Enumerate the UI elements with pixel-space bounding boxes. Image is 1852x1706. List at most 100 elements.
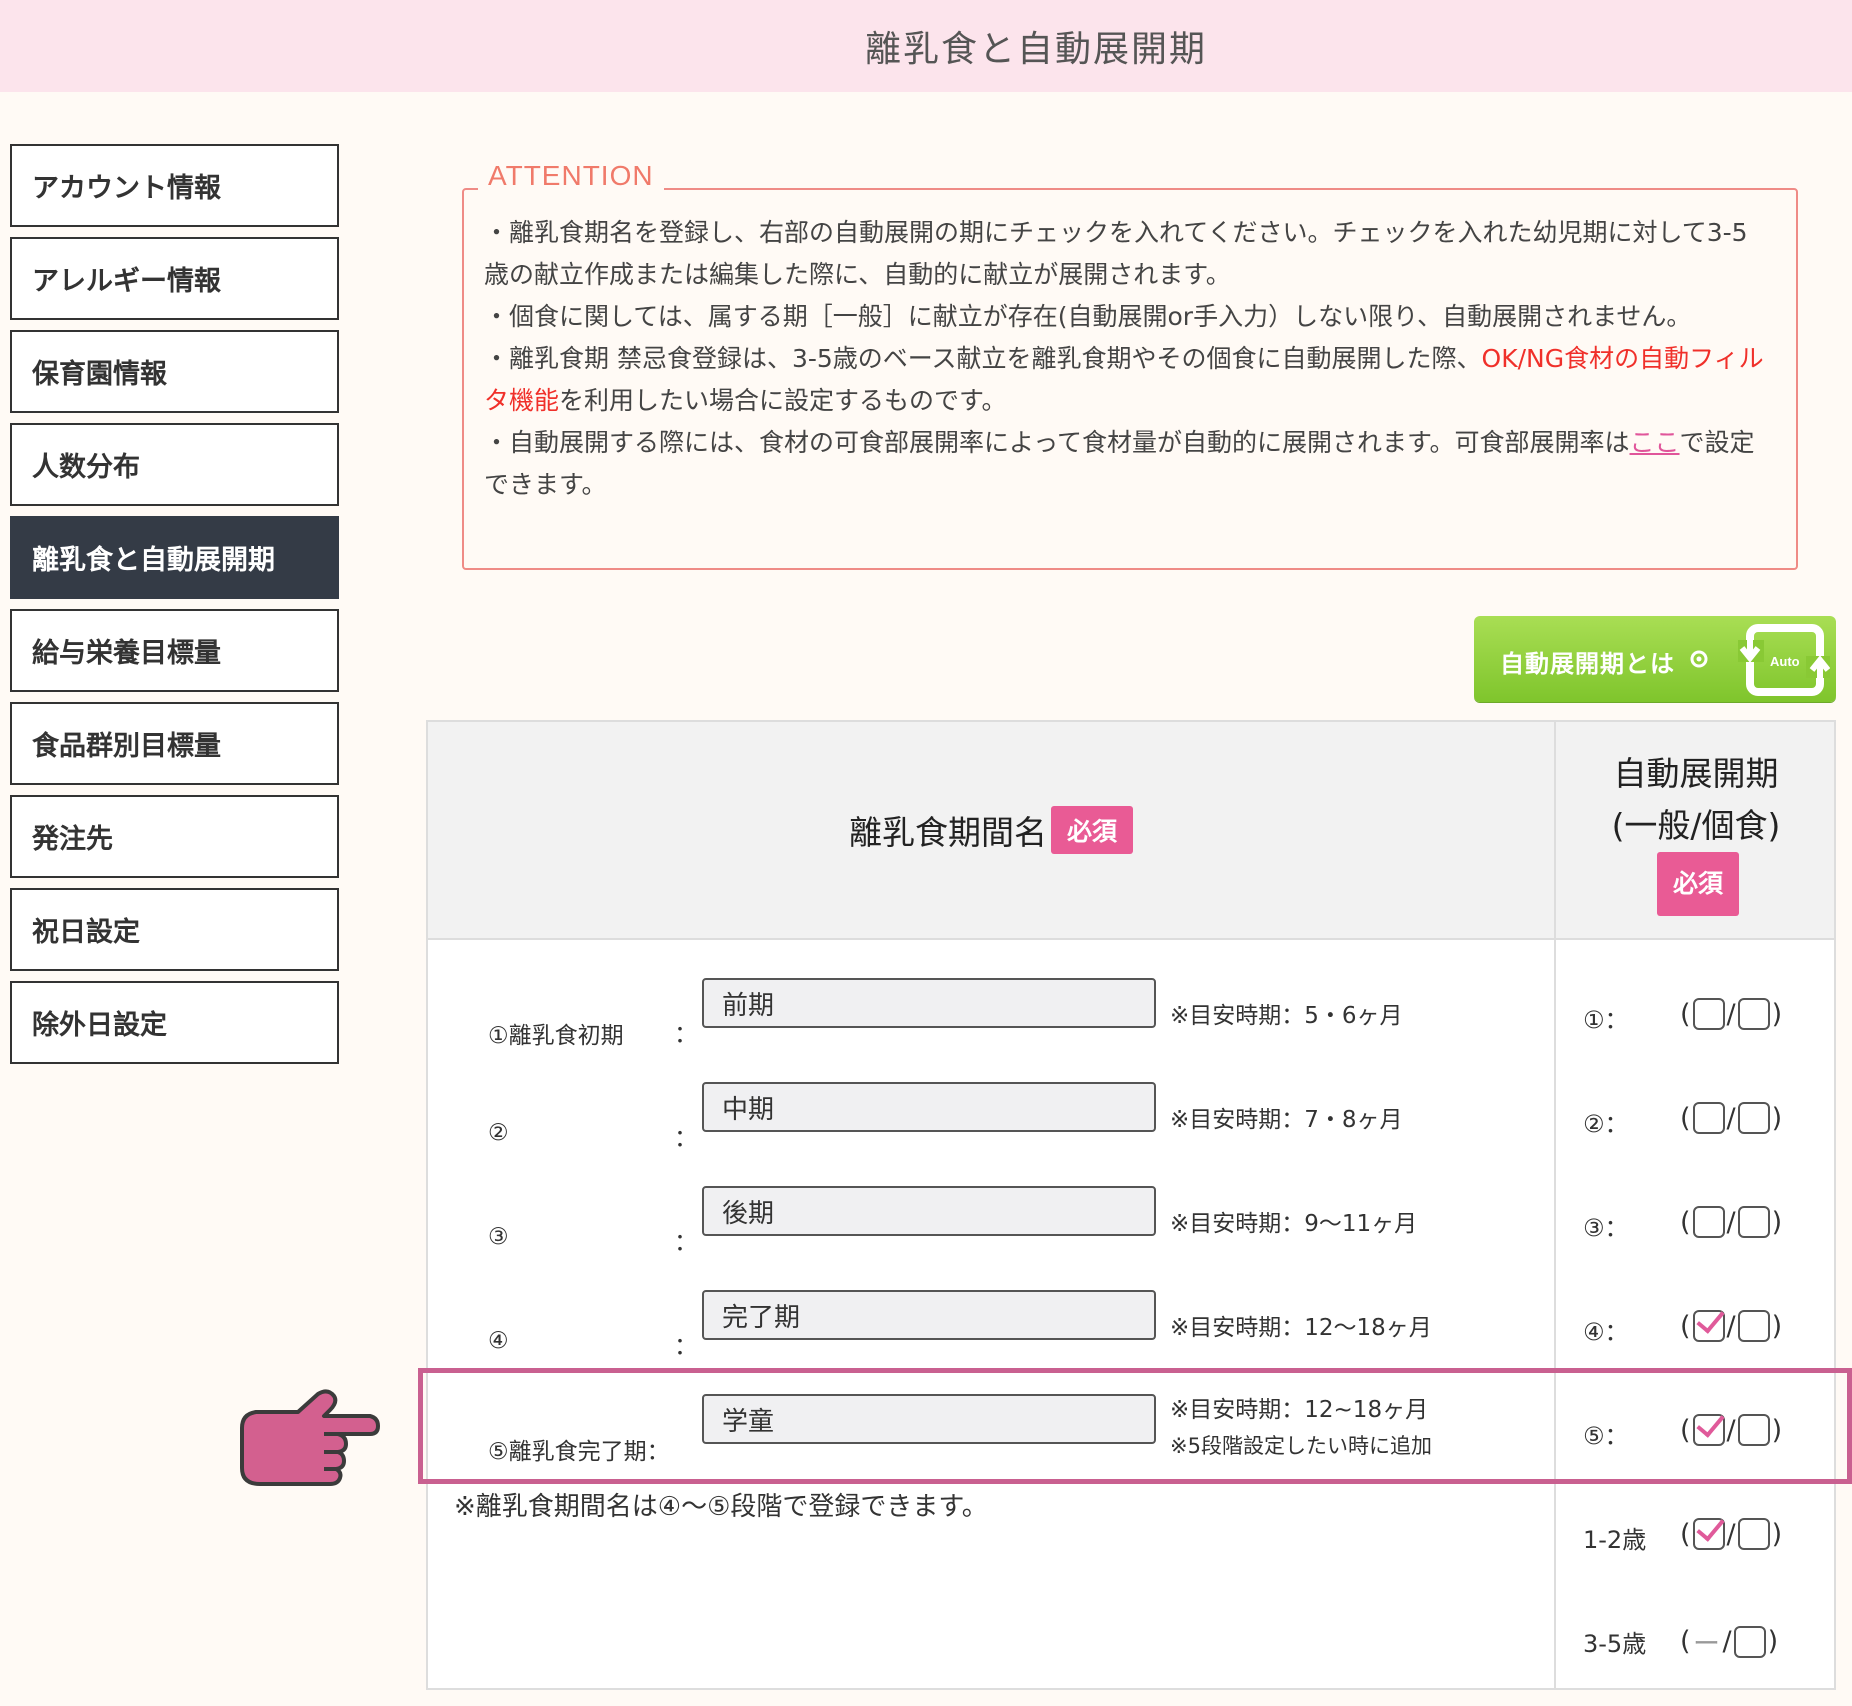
general-checkbox-5[interactable] <box>1692 1414 1725 1446</box>
table-header: 離乳食期間名 必須 自動展開期 (一般/個食) 必須 <box>428 722 1834 940</box>
row-note: ※目安時期：12〜18ヶ月 <box>1170 1315 1432 1341</box>
auto-expansion-info-button[interactable]: 自動展開期とは Auto <box>1474 616 1836 702</box>
row-colon: ： <box>674 1124 698 1152</box>
table-row: 3-5歳 (ー /) <box>428 1602 1834 1706</box>
row-note-line1: ※目安時期：12~18ヶ月 <box>1170 1397 1429 1423</box>
paren-close: ) <box>1767 1626 1779 1657</box>
individual-checkbox-2[interactable] <box>1737 1102 1770 1134</box>
row-colon: ： <box>674 1332 698 1360</box>
paren-open: ( <box>1680 998 1691 1030</box>
individual-checkbox-3[interactable] <box>1737 1206 1770 1238</box>
individual-checkbox-4[interactable] <box>1737 1310 1770 1342</box>
baby-food-table: 離乳食期間名必須 自動展開期 (一般/個食) 必須 ①離乳食初期 ： ※目安時期… <box>426 720 1836 1690</box>
table-row: ⑤離乳食完了期： ※目安時期：12~18ヶ月 ※5段階設定したい時に追加 ⑤： … <box>428 1394 1834 1498</box>
attention-text-4a: ・自動展開する際には、食材の可食部展開率によって食材量が自動的に展開されます。可… <box>484 428 1630 457</box>
edible-rate-link[interactable]: ここ <box>1630 428 1680 457</box>
paren-open: ( <box>1680 1310 1691 1342</box>
attention-text-3: ・離乳食期 禁忌食登録は、3-5歳のベース献立を離乳食期やその個食に自動展開した… <box>484 338 1770 422</box>
individual-checkbox-1[interactable] <box>1737 998 1770 1030</box>
paren-open: ( <box>1680 1206 1691 1238</box>
individual-checkbox-5[interactable] <box>1737 1414 1770 1446</box>
paren-close: ) <box>1771 1206 1783 1238</box>
paren-close: ) <box>1771 1414 1783 1446</box>
attention-title: ATTENTION <box>478 160 664 192</box>
table-row: ①離乳食初期 ： ※目安時期：5・6ヶ月 ①： (/) <box>428 978 1834 1082</box>
page-header: 離乳食と自動展開期 <box>0 0 1852 92</box>
table-row: ④ ： ※目安時期：12〜18ヶ月 ④： (/) <box>428 1290 1834 1394</box>
table-row: ② ： ※目安時期：7・8ヶ月 ②： (/) <box>428 1082 1834 1186</box>
general-checkbox-1[interactable] <box>1692 998 1725 1030</box>
slash: / <box>1726 1102 1736 1134</box>
attention-text-2: ・個食に関しては、属する期［一般］に献立が存在(自動展開or手入力）しない限り、… <box>484 302 1692 331</box>
general-dash: ー <box>1693 1629 1721 1660</box>
paren-close: ) <box>1771 1102 1783 1134</box>
sidebar-item-exclusion-date[interactable]: 除外日設定 <box>10 981 339 1064</box>
sidebar-item-holiday[interactable]: 祝日設定 <box>10 888 339 971</box>
period-name-input-1[interactable] <box>702 978 1156 1028</box>
auto-cycle-icon: Auto <box>1738 624 1830 696</box>
auto-checkbox-group: (/) <box>1680 1310 1782 1342</box>
period-name-input-3[interactable] <box>702 1186 1156 1236</box>
auto-checkbox-group: ( /) <box>1680 1518 1782 1550</box>
individual-checkbox-age-3-5[interactable] <box>1733 1625 1766 1658</box>
attention-text-3a: ・離乳食期 禁忌食登録は、3-5歳のベース献立を離乳食期やその個食に自動展開した… <box>484 344 1482 373</box>
auto-checkbox-group: (/) <box>1680 998 1782 1030</box>
row-label: ⑤離乳食完了期： <box>488 1439 670 1465</box>
arrow-circle-icon <box>1690 650 1708 668</box>
row-note: ※目安時期：9〜11ヶ月 <box>1170 1211 1418 1237</box>
sidebar-item-allergy[interactable]: アレルギー情報 <box>10 237 339 320</box>
paren-close: ) <box>1771 998 1783 1030</box>
table-row: ③ ： ※目安時期：9〜11ヶ月 ③： (/) <box>428 1186 1834 1290</box>
attention-box: ATTENTION ・離乳食期名を登録し、右部の自動展開の期にチェックを入れてく… <box>462 160 1798 570</box>
row-colon: ： <box>674 1228 698 1256</box>
paren-open: ( <box>1680 1626 1691 1657</box>
paren-open: ( <box>1680 1414 1691 1446</box>
sidebar: アカウント情報 アレルギー情報 保育園情報 人数分布 離乳食と自動展開期 給与栄… <box>10 144 339 1074</box>
sidebar-item-nursery[interactable]: 保育園情報 <box>10 330 339 413</box>
general-checkbox-2[interactable] <box>1692 1102 1725 1134</box>
auto-icon-text: Auto <box>1770 654 1800 669</box>
sidebar-item-headcount[interactable]: 人数分布 <box>10 423 339 506</box>
attention-text-4: ・自動展開する際には、食材の可食部展開率によって食材量が自動的に展開されます。可… <box>484 422 1770 506</box>
age-row-label: 1-2歳 <box>1583 1526 1647 1554</box>
row-label: ③ <box>488 1224 509 1250</box>
individual-checkbox-age-1-2[interactable] <box>1737 1518 1770 1550</box>
required-badge: 必須 <box>1656 852 1739 916</box>
auto-checkbox-group: (ー /) <box>1680 1622 1778 1661</box>
period-name-input-4[interactable] <box>702 1290 1156 1340</box>
row-note: ※目安時期：5・6ヶ月 <box>1170 1003 1403 1029</box>
period-name-input-2[interactable] <box>702 1082 1156 1132</box>
page-title: 離乳食と自動展開期 <box>864 29 1207 70</box>
slash: / <box>1726 1310 1736 1342</box>
auto-row-label: ④： <box>1583 1318 1629 1346</box>
required-badge: 必須 <box>1050 806 1133 854</box>
attention-text-3b: を利用したい場合に設定するものです。 <box>559 386 1007 415</box>
header-auto-line1: 自動展開期 <box>1613 754 1779 793</box>
paren-open: ( <box>1680 1518 1691 1550</box>
row-label: ④ <box>488 1328 509 1354</box>
paren-open: ( <box>1680 1102 1691 1134</box>
general-checkbox-4[interactable] <box>1692 1310 1725 1342</box>
general-checkbox-age-1-2[interactable] <box>1692 1518 1725 1550</box>
period-name-input-5[interactable] <box>702 1394 1156 1444</box>
pointing-hand-icon <box>240 1389 380 1486</box>
age-row-label: 3-5歳 <box>1583 1630 1647 1658</box>
paren-close: ) <box>1771 1518 1783 1550</box>
row-note: ※目安時期：7・8ヶ月 <box>1170 1107 1403 1133</box>
auto-expansion-info-label: 自動展開期とは <box>1500 650 1675 678</box>
sidebar-item-baby-food[interactable]: 離乳食と自動展開期 <box>10 516 339 599</box>
row-note: ※目安時期：12~18ヶ月 ※5段階設定したい時に追加 <box>1170 1392 1432 1464</box>
slash: / <box>1726 1206 1736 1238</box>
row-label: ①離乳食初期 <box>488 1023 624 1049</box>
period-name-note: ※離乳食期間名は④〜⑤段階で登録できます。 <box>454 1492 988 1522</box>
slash: / <box>1726 1518 1736 1550</box>
attention-body: ・離乳食期名を登録し、右部の自動展開の期にチェックを入れてください。チェックを入… <box>484 212 1770 506</box>
sidebar-item-supplier[interactable]: 発注先 <box>10 795 339 878</box>
general-checkbox-3[interactable] <box>1692 1206 1725 1238</box>
sidebar-item-account[interactable]: アカウント情報 <box>10 144 339 227</box>
auto-checkbox-group: (/) <box>1680 1414 1782 1446</box>
sidebar-item-nutrition-target[interactable]: 給与栄養目標量 <box>10 609 339 692</box>
sidebar-item-food-group-target[interactable]: 食品群別目標量 <box>10 702 339 785</box>
row-label: ② <box>488 1120 509 1146</box>
auto-row-label: ⑤： <box>1583 1422 1629 1450</box>
